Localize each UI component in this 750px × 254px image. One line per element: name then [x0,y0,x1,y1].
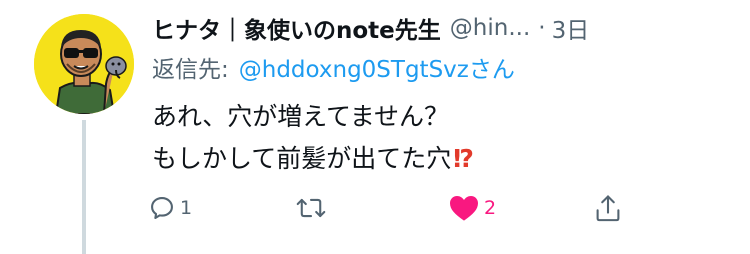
tweet-text-line-2-text: もしかして前髪が出てた穴 [152,144,452,173]
tweet-text: あれ、穴が増えてません？ もしかして前髪が出てた穴⁉ [152,96,712,180]
tweet-text-line-2: もしかして前髪が出てた穴⁉ [152,138,712,180]
tweet-header: ヒナタ｜象使いのnote先生 @hin... · 3日 [152,10,589,46]
display-name[interactable]: ヒナタ｜象使いのnote先生 [152,11,441,45]
action-bar: 1 2 [148,186,628,230]
heart-icon [448,193,480,223]
reply-button[interactable]: 1 [148,186,192,230]
avatar-illustration [34,14,134,114]
reply-icon [148,194,176,222]
tweet-text-line-1: あれ、穴が増えてません？ [152,102,450,131]
timestamp[interactable]: 3日 [552,11,590,45]
share-button[interactable] [594,186,622,230]
reply-to-label: 返信先: [152,57,229,83]
like-count: 2 [484,197,497,219]
tweet[interactable]: ヒナタ｜象使いのnote先生 @hin... · 3日 返信先: @hddoxn… [0,0,750,254]
exclamation-question-emoji: ⁉ [453,144,474,173]
separator-dot: · [538,15,546,41]
retweet-icon [296,194,326,222]
reply-target-link[interactable]: @hddoxng0STgtSvzさん [239,50,515,84]
reply-context: 返信先: @hddoxng0STgtSvzさん [152,50,515,84]
thread-line [82,120,86,254]
reply-count: 1 [180,197,193,219]
handle[interactable]: @hin... [450,15,530,41]
retweet-button[interactable] [296,186,330,230]
like-button[interactable]: 2 [448,186,496,230]
share-icon [594,193,622,223]
avatar[interactable] [34,14,134,114]
